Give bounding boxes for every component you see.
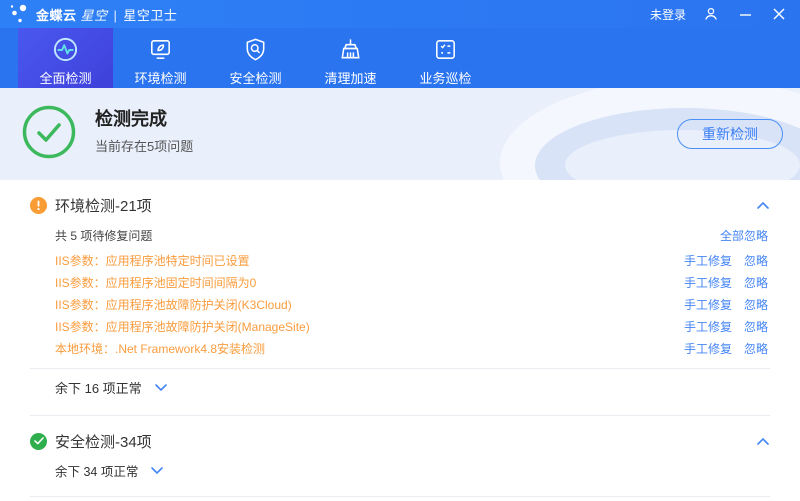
divider <box>30 496 770 497</box>
issue-row: IIS参数：应用程序池固定时间间隔为0 手工修复 忽略 <box>0 271 800 293</box>
minimize-icon[interactable] <box>736 5 754 23</box>
manual-fix-link[interactable]: 手工修复 <box>684 274 732 291</box>
rescan-button[interactable]: 重新检测 <box>677 119 783 149</box>
main-nav: 全面检测 环境检测 安全检测 <box>0 28 800 88</box>
logo-dots-icon <box>8 2 30 26</box>
results-panel: 环境检测-21项 共 5 项待修复问题 全部忽略 IIS参数：应用程序池特定时间… <box>0 193 800 497</box>
tab-label: 安全检测 <box>229 68 281 87</box>
ignore-link[interactable]: 忽略 <box>744 340 768 357</box>
pending-issues-row: 共 5 项待修复问题 全部忽略 <box>0 226 800 244</box>
divider <box>30 415 770 416</box>
issue-text: 本地环境：.Net Framework4.8安装检测 <box>55 340 265 357</box>
manual-fix-link[interactable]: 手工修复 <box>684 340 732 357</box>
issue-row: 本地环境：.Net Framework4.8安装检测 手工修复 忽略 <box>0 337 800 359</box>
section-title: 安全检测-34项 <box>55 431 152 452</box>
check-circle-icon <box>21 104 77 160</box>
ignore-link[interactable]: 忽略 <box>744 318 768 335</box>
login-status[interactable]: 未登录 <box>650 6 686 23</box>
remaining-normal-text: 余下 16 项正常 <box>55 378 142 397</box>
scan-complete-title: 检测完成 <box>95 105 167 131</box>
issue-row: IIS参数：应用程序池故障防护关闭(ManageSite) 手工修复 忽略 <box>0 315 800 337</box>
issue-text: IIS参数：应用程序池故障防护关闭(ManageSite) <box>55 318 310 335</box>
ignore-all-link[interactable]: 全部忽略 <box>720 227 768 244</box>
tab-full-scan[interactable]: 全面检测 <box>18 28 113 88</box>
check-icon <box>30 433 47 450</box>
titlebar: 金蝶云 星空 | 星空卫士 未登录 <box>0 0 800 28</box>
checklist-icon <box>432 35 459 63</box>
remaining-normal-row-environment: 余下 16 项正常 <box>0 369 800 406</box>
shield-search-icon <box>242 35 269 63</box>
tab-security-scan[interactable]: 安全检测 <box>208 28 303 88</box>
app-brand: 金蝶云 星空 | 星空卫士 <box>36 5 177 24</box>
section-header-environment: 环境检测-21项 <box>0 193 800 217</box>
ignore-link[interactable]: 忽略 <box>744 274 768 291</box>
tab-label: 全面检测 <box>39 68 91 87</box>
chevron-up-icon[interactable] <box>756 197 770 213</box>
brand-product: 星空卫士 <box>123 5 177 24</box>
brand-divider: | <box>114 8 118 23</box>
chevron-up-icon[interactable] <box>756 433 770 449</box>
pending-count-text: 共 5 项待修复问题 <box>55 227 152 244</box>
broom-icon <box>337 35 364 63</box>
issue-row: IIS参数：应用程序池特定时间已设置 手工修复 忽略 <box>0 249 800 271</box>
manual-fix-link[interactable]: 手工修复 <box>684 252 732 269</box>
app-window: 金蝶云 星空 | 星空卫士 未登录 <box>0 0 800 501</box>
close-icon[interactable] <box>770 5 788 23</box>
manual-fix-link[interactable]: 手工修复 <box>684 296 732 313</box>
warning-icon <box>30 197 47 214</box>
pulse-circle-icon <box>52 35 79 63</box>
ignore-link[interactable]: 忽略 <box>744 296 768 313</box>
ignore-link[interactable]: 忽略 <box>744 252 768 269</box>
chevron-down-icon[interactable] <box>150 466 164 475</box>
issue-text: IIS参数：应用程序池故障防护关闭(K3Cloud) <box>55 296 292 313</box>
section-header-security: 安全检测-34项 <box>0 429 800 453</box>
tab-cleanup-boost[interactable]: 清理加速 <box>303 28 398 88</box>
issue-text: IIS参数：应用程序池特定时间已设置 <box>55 252 250 269</box>
brand-secondary: 星空 <box>81 5 108 24</box>
issue-count-text: 当前存在5项问题 <box>95 136 193 155</box>
manual-fix-link[interactable]: 手工修复 <box>684 318 732 335</box>
issue-list: IIS参数：应用程序池特定时间已设置 手工修复 忽略 IIS参数：应用程序池固定… <box>0 249 800 359</box>
issue-text: IIS参数：应用程序池固定时间间隔为0 <box>55 274 256 291</box>
brand-primary: 金蝶云 <box>36 5 77 24</box>
monitor-leaf-icon <box>147 35 174 63</box>
chevron-down-icon[interactable] <box>154 383 168 392</box>
tab-label: 业务巡检 <box>419 68 471 87</box>
issue-row: IIS参数：应用程序池故障防护关闭(K3Cloud) 手工修复 忽略 <box>0 293 800 315</box>
remaining-normal-row-security: 余下 34 项正常 <box>0 453 800 487</box>
user-icon[interactable] <box>702 5 720 23</box>
tab-business-inspection[interactable]: 业务巡检 <box>398 28 493 88</box>
remaining-normal-text: 余下 34 项正常 <box>55 461 138 480</box>
section-title: 环境检测-21项 <box>55 195 152 216</box>
tab-label: 环境检测 <box>134 68 186 87</box>
tab-label: 清理加速 <box>324 68 376 87</box>
scan-summary-banner: 检测完成 当前存在5项问题 重新检测 <box>0 88 800 180</box>
tab-environment-scan[interactable]: 环境检测 <box>113 28 208 88</box>
